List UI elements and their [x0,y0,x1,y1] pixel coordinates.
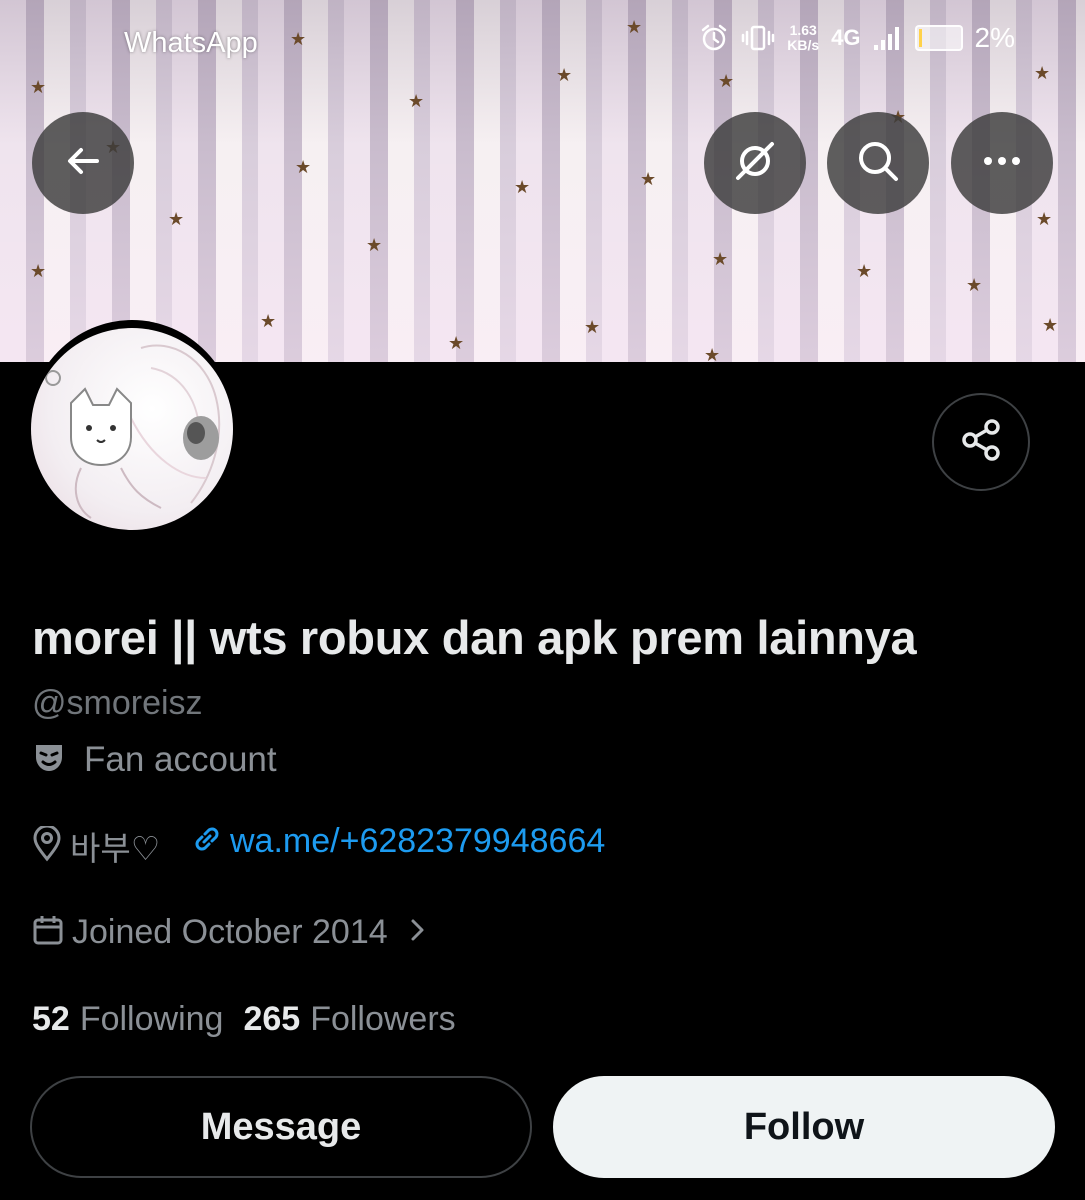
banner-star: ★ [640,169,657,189]
banner-star: ★ [704,345,721,362]
alarm-icon [699,23,729,53]
link-icon [190,822,224,861]
following-stat[interactable]: 52 Following [32,1000,243,1038]
no-translate-icon [732,138,778,189]
followers-label: Followers [310,1000,456,1038]
back-button[interactable] [32,112,134,214]
location-pin-icon [32,824,62,867]
net-speed-unit: KB/s [787,37,820,53]
status-app-name: WhatsApp [124,27,258,59]
banner-star: ★ [260,311,277,331]
joined-row[interactable]: Joined October 2014 [32,913,426,952]
arrow-left-icon [63,141,103,186]
category-row: Fan account [32,740,277,780]
banner-star: ★ [295,157,312,177]
vibrate-icon [741,24,775,52]
banner-star: ★ [366,235,383,255]
network-type: 4G [831,25,861,50]
handle: @smoreisz [32,684,203,722]
share-button[interactable] [932,393,1030,491]
battery-percent: 2% [974,22,1015,53]
calendar-icon [32,914,64,951]
follow-button[interactable]: Follow [553,1076,1055,1178]
link-row[interactable]: wa.me/+6282379948664 [190,822,605,861]
banner-star: ★ [1042,315,1059,335]
stats-row: 52 Following 265 Followers [32,1000,476,1039]
location-text: 바부♡ [70,830,161,867]
battery-icon [914,25,963,51]
banner-star: ★ [712,249,729,269]
status-bar: WhatsApp 1.63 KB/s 4G 2% [0,0,1085,86]
banner-star: ★ [168,209,185,229]
banner-star: ★ [966,275,983,295]
banner-star: ★ [1036,209,1053,229]
category-text: Fan account [84,740,277,779]
banner-star: ★ [514,177,531,197]
net-speed: 1.63 KB/s [787,23,819,53]
following-label: Following [79,1000,224,1038]
translate-off-button[interactable] [704,112,806,214]
signal-icon [873,25,903,51]
message-button[interactable]: Message [30,1076,532,1178]
followers-count: 265 [243,1000,301,1038]
location-row: 바부♡ [32,822,160,870]
avatar[interactable] [27,320,237,538]
following-count: 52 [32,1000,70,1038]
avatar-image [31,328,233,530]
display-name: morei || wts robux dan apk prem lainnya [32,611,917,664]
banner-star: ★ [448,333,465,353]
more-button[interactable] [951,112,1053,214]
profile-link[interactable]: wa.me/+6282379948664 [230,822,605,861]
share-icon [959,418,1003,467]
mask-icon [32,741,66,780]
banner-star: ★ [30,261,47,281]
joined-text: Joined October 2014 [72,913,388,951]
followers-stat[interactable]: 265 Followers [243,1000,475,1038]
more-icon [982,154,1022,172]
banner-star: ★ [408,91,425,111]
banner-star: ★ [584,317,601,337]
search-button[interactable] [827,112,929,214]
status-icons: 1.63 KB/s 4G 2% [699,22,1015,54]
search-icon [855,138,901,189]
net-speed-value: 1.63 [789,22,817,38]
banner-star: ★ [856,261,873,281]
chevron-right-icon [408,917,426,948]
